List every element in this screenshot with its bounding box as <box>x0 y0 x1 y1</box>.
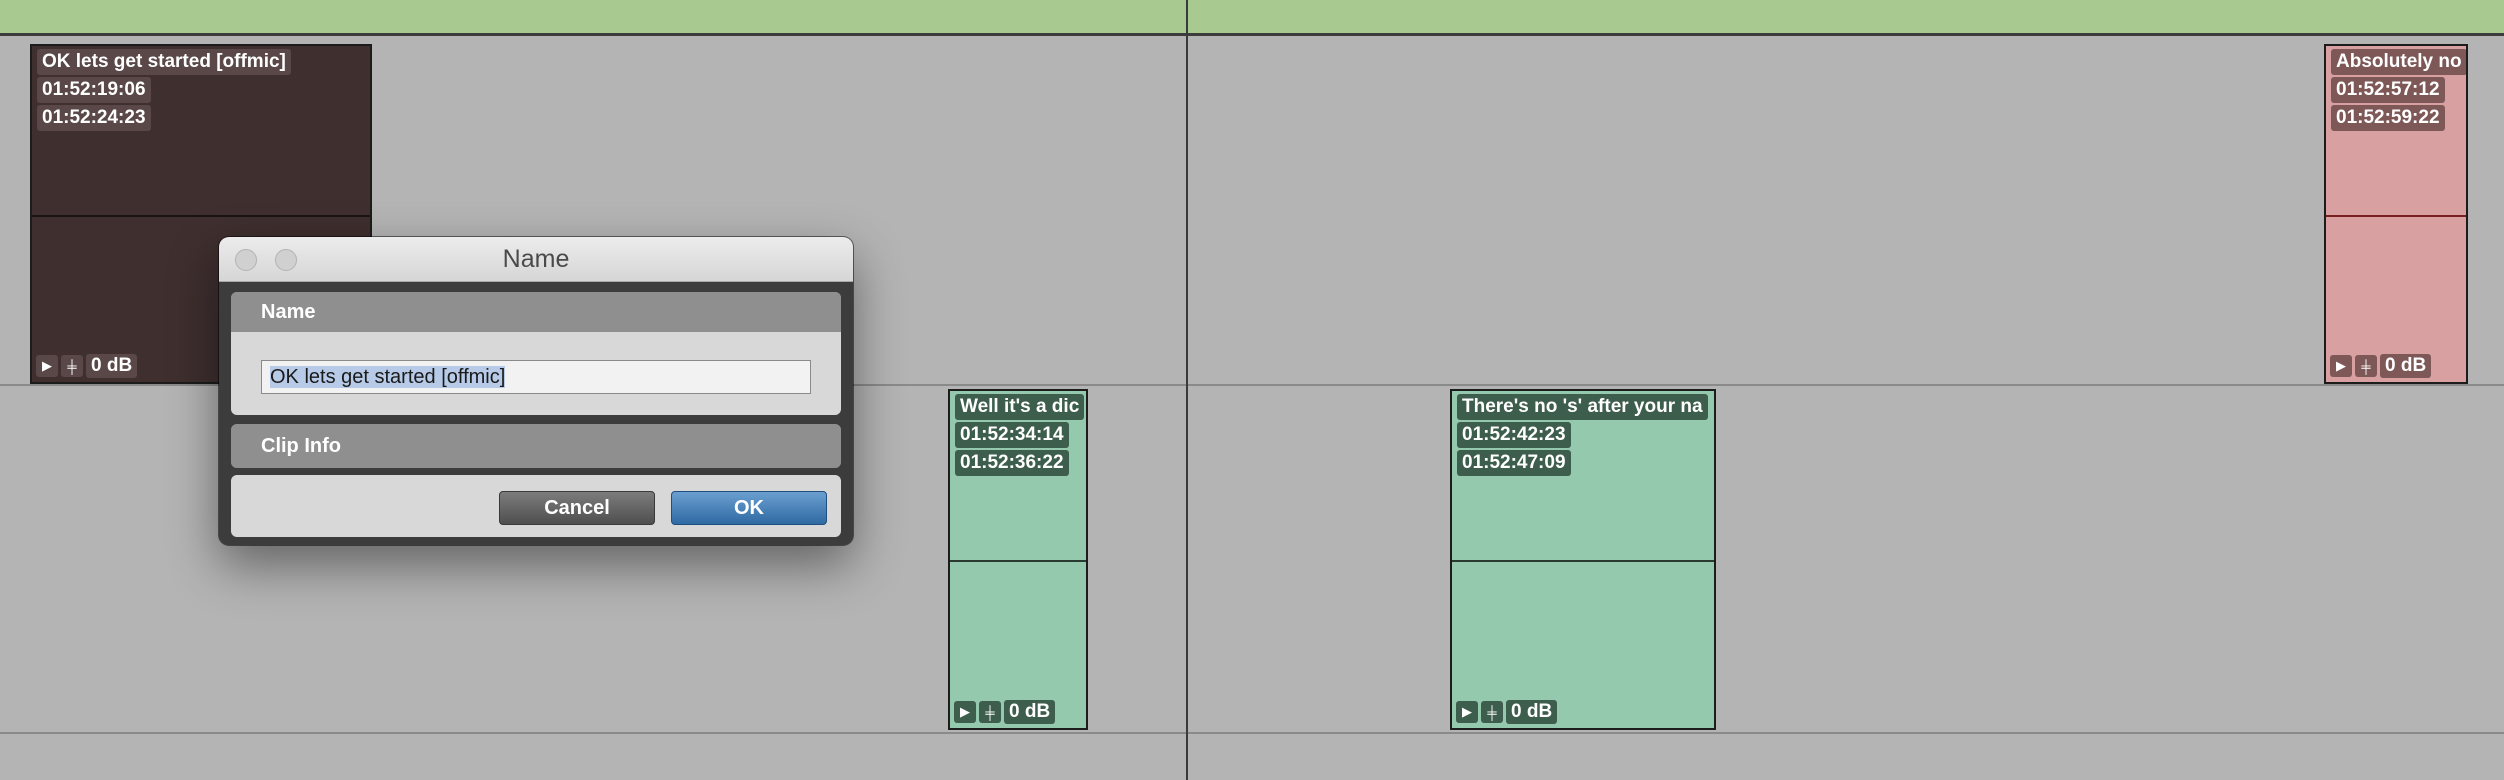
dialog-button-bar: Cancel OK <box>231 475 841 537</box>
waveform-center-line <box>950 560 1086 562</box>
clip-footer: ▶ ╪ 0 dB <box>1456 700 1558 724</box>
playhead-line <box>1186 0 1188 780</box>
clip-end-time: 01:52:47:09 <box>1457 450 1571 476</box>
clip-gain-label[interactable]: 0 dB <box>1506 700 1558 724</box>
clip-name-label: Absolutely no <box>2331 49 2466 75</box>
clip-gain-label[interactable]: 0 dB <box>2380 354 2432 378</box>
clip-name-label: Well it's a dic <box>955 394 1085 420</box>
clip-end-time: 01:52:59:22 <box>2331 105 2445 131</box>
clip-name-label: OK lets get started [offmic] <box>37 49 291 75</box>
dialog-titlebar[interactable]: Name <box>219 237 853 282</box>
clip-theres-no-s[interactable]: There's no 's' after your na 01:52:42:23… <box>1450 389 1716 730</box>
clip-gain-fader-icon[interactable]: ╪ <box>1481 701 1503 723</box>
clip-footer: ▶ ╪ 0 dB <box>2330 354 2432 378</box>
clip-well-its-a-dic[interactable]: Well it's a dic 01:52:34:14 01:52:36:22 … <box>948 389 1088 730</box>
timeline-ruler[interactable] <box>0 0 2504 36</box>
name-section-header: Name <box>231 292 841 332</box>
clip-fade-icon[interactable]: ▶ <box>1456 701 1478 723</box>
clip-gain-label[interactable]: 0 dB <box>1004 700 1056 724</box>
name-section: Name OK lets get started [offmic] <box>231 292 841 415</box>
clip-start-time: 01:52:19:06 <box>37 77 151 103</box>
waveform-center-line <box>32 215 370 217</box>
clip-name-input-text: OK lets get started [offmic] <box>270 366 506 388</box>
ok-button[interactable]: OK <box>671 491 827 525</box>
dialog-title: Name <box>502 245 570 273</box>
clip-fade-icon[interactable]: ▶ <box>2330 355 2352 377</box>
clip-absolutely-no[interactable]: Absolutely no 01:52:57:12 01:52:59:22 ▶ … <box>2324 44 2468 384</box>
clip-fade-icon[interactable]: ▶ <box>36 355 58 377</box>
clip-info-section[interactable]: Clip Info <box>231 424 841 468</box>
track-divider <box>0 732 2504 734</box>
clip-footer: ▶ ╪ 0 dB <box>954 700 1056 724</box>
clip-end-time: 01:52:36:22 <box>955 450 1069 476</box>
clip-fade-icon[interactable]: ▶ <box>954 701 976 723</box>
clip-footer: ▶ ╪ 0 dB <box>36 354 138 378</box>
clip-name-label: There's no 's' after your na <box>1457 394 1708 420</box>
clip-info-header[interactable]: Clip Info <box>231 424 841 468</box>
clip-start-time: 01:52:57:12 <box>2331 77 2445 103</box>
clip-gain-fader-icon[interactable]: ╪ <box>979 701 1001 723</box>
name-dialog: Name Name OK lets get started [offmic] C… <box>219 237 853 545</box>
cancel-button[interactable]: Cancel <box>499 491 655 525</box>
clip-end-time: 01:52:24:23 <box>37 105 151 131</box>
clip-start-time: 01:52:34:14 <box>955 422 1069 448</box>
clip-gain-label[interactable]: 0 dB <box>86 354 138 378</box>
waveform-center-line <box>1452 560 1714 562</box>
clip-gain-fader-icon[interactable]: ╪ <box>61 355 83 377</box>
clip-gain-fader-icon[interactable]: ╪ <box>2355 355 2377 377</box>
clip-name-input[interactable]: OK lets get started [offmic] <box>261 360 811 394</box>
clip-start-time: 01:52:42:23 <box>1457 422 1571 448</box>
waveform-center-line <box>2326 215 2466 217</box>
